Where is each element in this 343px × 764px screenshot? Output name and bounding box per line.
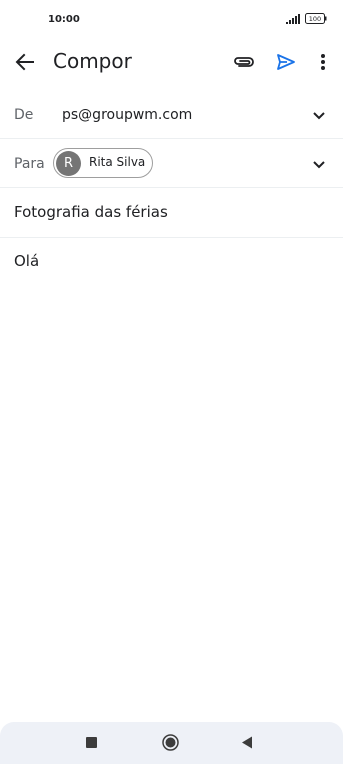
battery-level: 100	[309, 15, 321, 23]
chevron-down-icon[interactable]	[310, 106, 328, 124]
avatar: R	[56, 150, 81, 176]
from-row[interactable]: De ps@groupwm.com	[0, 90, 343, 139]
back-icon[interactable]	[240, 735, 254, 750]
battery-icon: 100	[305, 13, 327, 24]
recents-icon[interactable]	[86, 737, 97, 748]
recipient-name: Rita Silva	[89, 155, 146, 169]
subject-row[interactable]: Fotografia das férias	[0, 188, 343, 238]
to-row[interactable]: Para R Rita Silva	[0, 139, 343, 188]
send-icon[interactable]	[275, 51, 297, 73]
back-arrow-icon[interactable]	[14, 51, 36, 73]
page-title: Compor	[53, 49, 132, 73]
status-bar: 10:00 100	[0, 0, 343, 40]
to-label: Para	[14, 156, 45, 172]
from-label: De	[14, 107, 34, 123]
from-address[interactable]: ps@groupwm.com	[62, 107, 192, 123]
chevron-down-icon[interactable]	[310, 155, 328, 173]
body-field[interactable]: Olá	[14, 252, 39, 270]
system-nav-bar	[0, 722, 343, 764]
home-icon[interactable]	[162, 734, 179, 751]
signal-icon	[286, 14, 300, 24]
app-bar: Compor	[0, 40, 343, 84]
more-vert-icon[interactable]	[316, 51, 330, 73]
recipient-chip[interactable]: R Rita Silva	[53, 148, 153, 178]
subject-field[interactable]: Fotografia das férias	[14, 203, 168, 221]
status-time: 10:00	[48, 14, 80, 25]
attach-icon[interactable]	[232, 51, 256, 73]
